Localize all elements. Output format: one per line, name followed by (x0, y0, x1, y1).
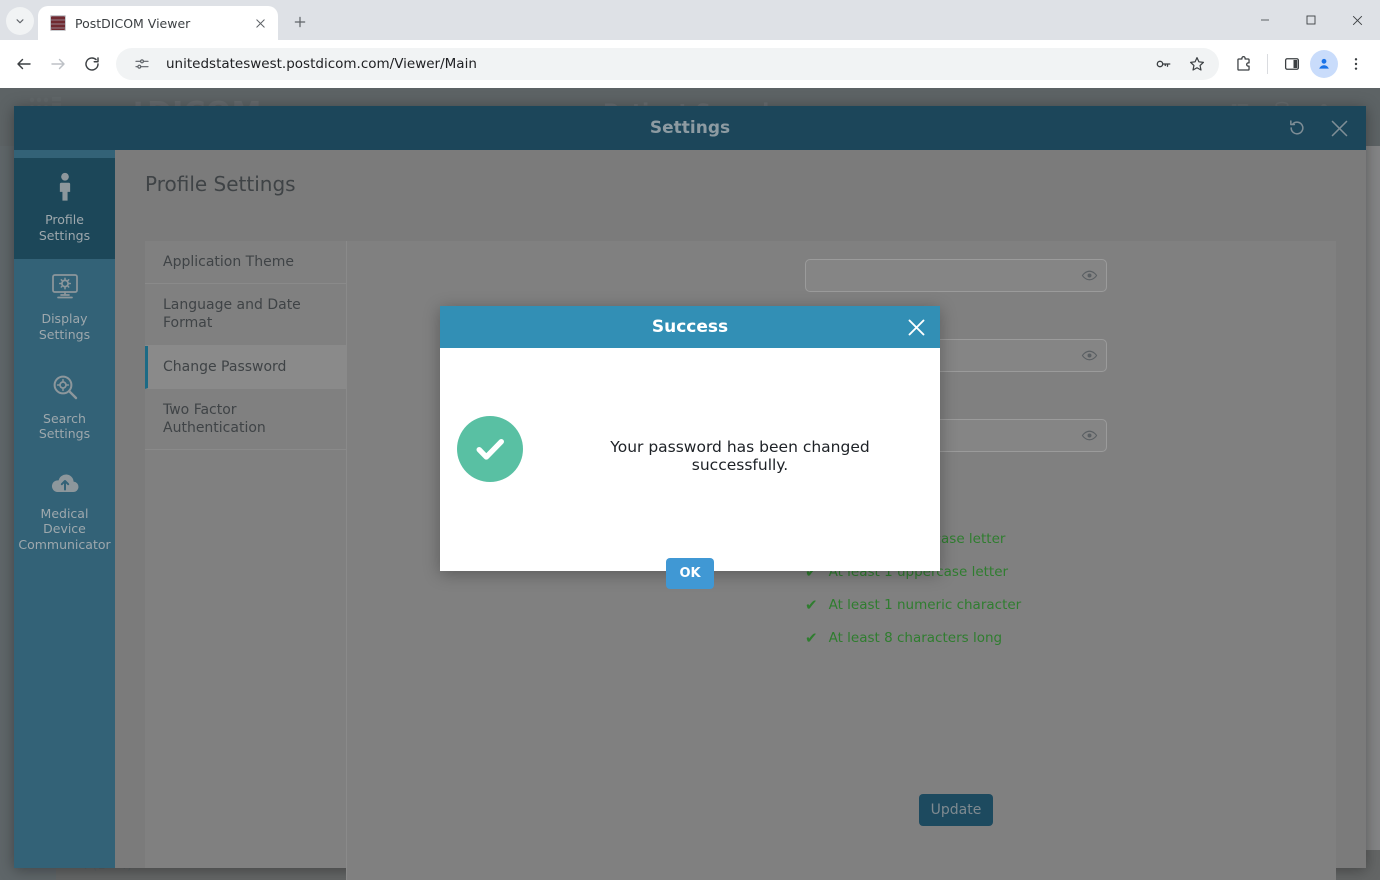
eye-icon[interactable] (1081, 267, 1098, 284)
side-panel-button[interactable] (1276, 48, 1308, 80)
forward-arrow-icon (49, 55, 67, 73)
dialog-close-button[interactable] (905, 316, 927, 338)
password-rule: ✔ At least 8 characters long (805, 630, 1021, 646)
submenu-item-two-factor-authentication[interactable]: Two Factor Authentication (145, 389, 346, 450)
sidebar-item-label-line1: Profile (18, 212, 111, 228)
check-icon: ✔ (805, 598, 818, 613)
sidebar-item-medical-device-communicator[interactable]: Medical Device Communicator (14, 458, 115, 569)
browser-tab[interactable]: PostDICOM Viewer (38, 6, 278, 40)
success-dialog-message: Your password has been changed successfu… (565, 438, 915, 474)
eye-icon[interactable] (1081, 427, 1098, 444)
page-viewport: postDICOM Patient Search 4 (1 - 4) › Set… (0, 88, 1380, 880)
check-circle-icon (457, 416, 523, 482)
sidebar-item-display-settings[interactable]: Display Settings (14, 259, 115, 358)
close-icon (1351, 14, 1364, 27)
tab-search-button[interactable] (6, 7, 34, 35)
save-password-button[interactable] (1147, 48, 1179, 80)
new-tab-button[interactable] (286, 8, 314, 36)
close-icon[interactable] (1329, 118, 1350, 139)
success-dialog: Success Your password has been changed s… (440, 306, 940, 571)
settings-title: Settings (650, 118, 730, 138)
three-dot-menu-icon (1348, 56, 1364, 72)
update-button[interactable]: Update (919, 794, 993, 826)
close-icon (906, 317, 927, 338)
plus-icon (293, 15, 307, 29)
reload-icon (83, 55, 101, 73)
settings-header-actions (1287, 106, 1350, 150)
check-icon: ✔ (805, 631, 818, 646)
password-rule-label: At least 1 numeric character (829, 597, 1022, 613)
minimize-icon (1259, 14, 1271, 26)
forward-button[interactable] (42, 48, 74, 80)
back-button[interactable] (8, 48, 40, 80)
postdicom-favicon (50, 15, 66, 31)
sidebar-item-label-line2: Settings (18, 228, 111, 244)
success-dialog-body: Your password has been changed successfu… (440, 348, 940, 571)
maximize-icon (1305, 14, 1317, 26)
sidebar-item-label-line2: Settings (18, 327, 111, 343)
current-password-input[interactable] (805, 259, 1107, 292)
star-icon (1188, 55, 1206, 73)
tab-close-button[interactable] (250, 13, 270, 33)
profile-button[interactable] (1310, 50, 1338, 78)
side-panel-icon (1283, 55, 1301, 73)
password-rule-label: At least 8 characters long (829, 630, 1003, 646)
submenu-item-application-theme[interactable]: Application Theme (145, 241, 346, 284)
close-icon (255, 18, 266, 29)
monitor-gear-icon (18, 273, 111, 301)
sidebar-item-label-line1: Medical Device (18, 506, 111, 537)
cloud-upload-icon (18, 472, 111, 496)
key-icon (1154, 55, 1172, 73)
browser-toolbar: unitedstateswest.postdicom.com/Viewer/Ma… (0, 40, 1380, 88)
current-password-field-group (805, 259, 1107, 292)
extensions-button[interactable] (1227, 48, 1259, 80)
reload-button[interactable] (76, 48, 108, 80)
success-dialog-header: Success (440, 306, 940, 348)
window-minimize-button[interactable] (1242, 0, 1288, 40)
address-bar[interactable]: unitedstateswest.postdicom.com/Viewer/Ma… (116, 48, 1219, 80)
back-arrow-icon (15, 55, 33, 73)
omnibox-actions (1147, 48, 1213, 80)
sidebar-item-label-line1: Display (18, 311, 111, 327)
sidebar-item-label-line1: Search (18, 411, 111, 427)
window-close-button[interactable] (1334, 0, 1380, 40)
site-settings-button[interactable] (126, 48, 158, 80)
settings-submenu: Application Theme Language and Date Form… (145, 241, 346, 868)
window-controls (1242, 0, 1380, 40)
sidebar-item-profile-settings[interactable]: Profile Settings (14, 158, 115, 259)
success-dialog-title: Success (652, 317, 728, 337)
person-icon (18, 172, 111, 202)
submenu-item-language-and-date-format[interactable]: Language and Date Format (145, 284, 346, 345)
tab-strip: PostDICOM Viewer (0, 0, 1380, 40)
browser-menu-button[interactable] (1340, 48, 1372, 80)
url-text: unitedstateswest.postdicom.com/Viewer/Ma… (166, 56, 1139, 72)
account-avatar-icon (1316, 56, 1332, 72)
toolbar-divider (1267, 54, 1268, 74)
password-rule: ✔ At least 1 numeric character (805, 597, 1021, 613)
tab-title: PostDICOM Viewer (75, 16, 241, 31)
refresh-icon[interactable] (1287, 118, 1307, 138)
chevron-down-icon (13, 14, 27, 28)
sidebar-item-label-line2: Settings (18, 426, 111, 442)
tune-icon (134, 56, 150, 72)
bookmark-button[interactable] (1181, 48, 1213, 80)
extensions-icon (1234, 55, 1253, 74)
page-title: Profile Settings (145, 172, 296, 196)
sidebar-item-search-settings[interactable]: Search Settings (14, 359, 115, 458)
magnifier-gear-icon (18, 373, 111, 401)
settings-category-rail: Profile Settings Display Settings (14, 150, 115, 868)
eye-icon[interactable] (1081, 347, 1098, 364)
ok-button[interactable]: OK (666, 558, 714, 589)
submenu-item-change-password[interactable]: Change Password (145, 346, 346, 389)
sidebar-item-label-line2: Communicator (18, 537, 111, 553)
settings-modal-header: Settings (14, 106, 1366, 150)
browser-window: PostDICOM Viewer (0, 0, 1380, 880)
window-maximize-button[interactable] (1288, 0, 1334, 40)
